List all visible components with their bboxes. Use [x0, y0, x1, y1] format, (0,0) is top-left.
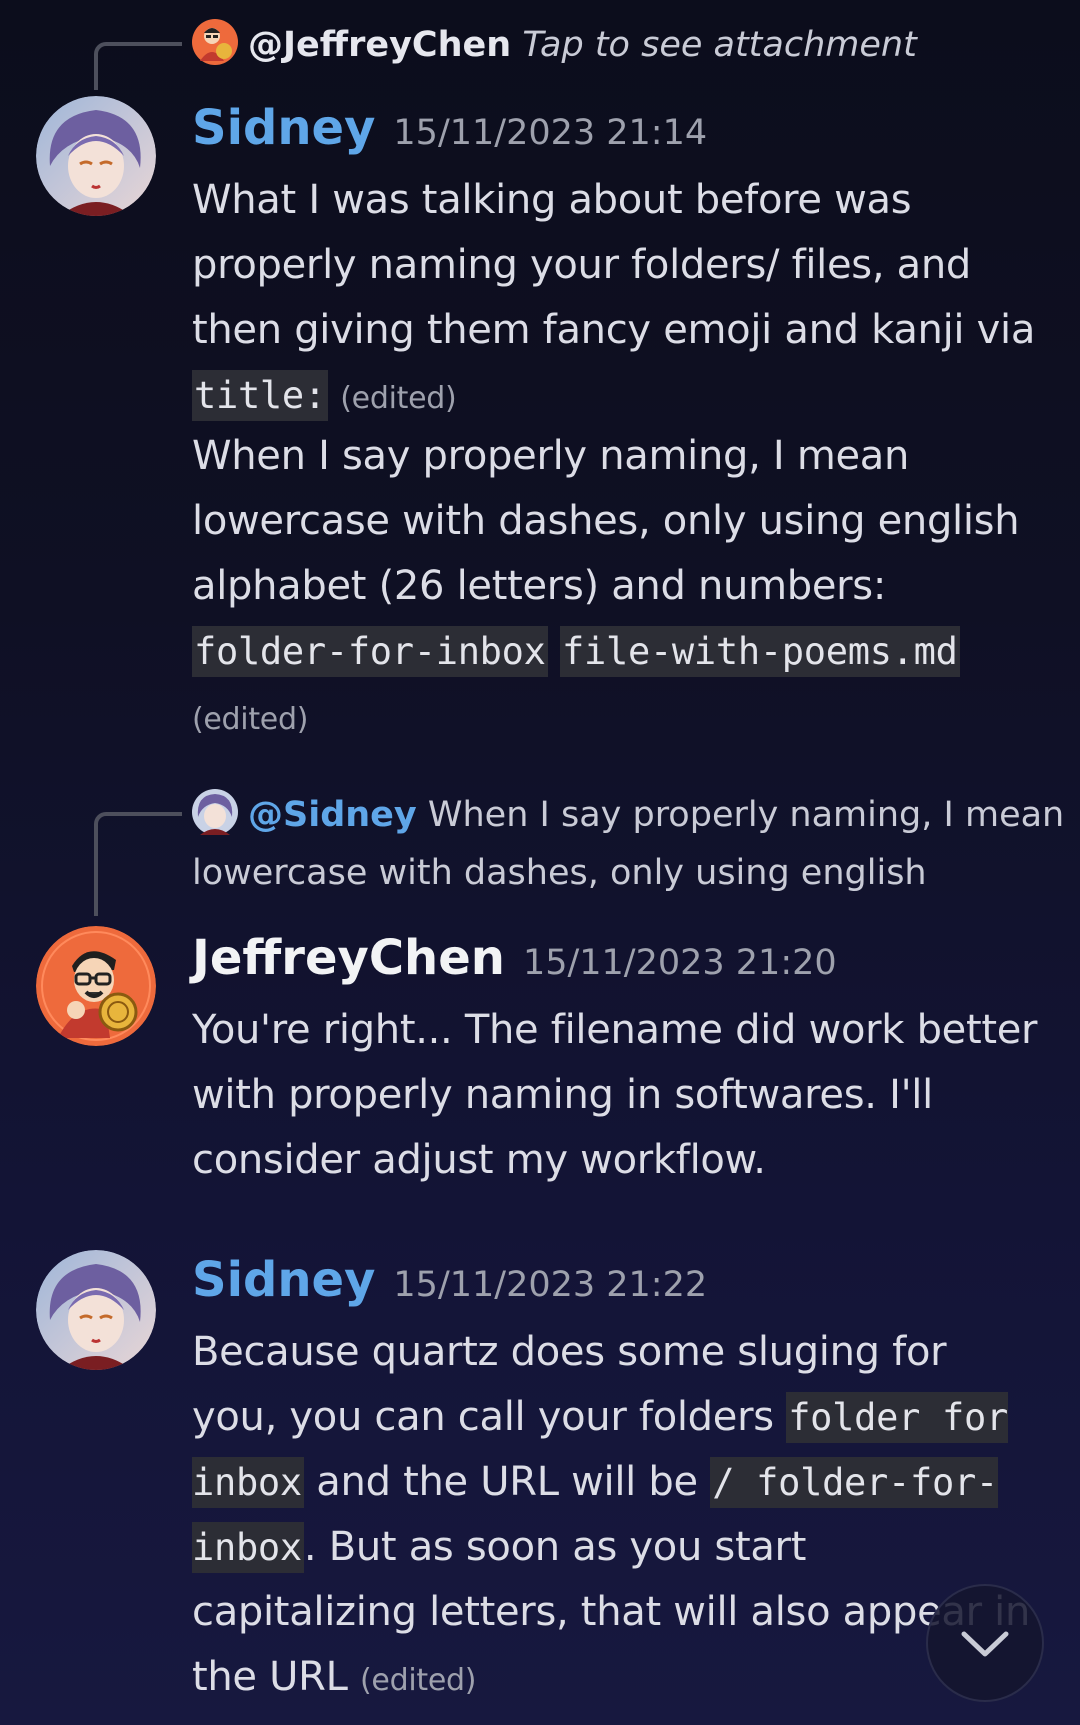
message-text: When I say properly naming, I mean lower… — [192, 433, 1020, 609]
message-content: Because quartz does some sluging for you… — [192, 1320, 1042, 1713]
reply-reference[interactable]: @JeffreyChen Tap to see attachment — [192, 18, 917, 73]
sidney-avatar[interactable] — [36, 96, 156, 216]
message-header: Sidney 15/11/2023 21:14 — [192, 100, 707, 156]
chat-messages: @JeffreyChen Tap to see attachment Sidne… — [0, 0, 1080, 1725]
message-text: and the URL will be — [303, 1459, 711, 1505]
inline-code: title: — [192, 370, 328, 421]
edited-label: (edited) — [340, 381, 457, 416]
timestamp: 15/11/2023 21:20 — [522, 943, 837, 983]
message-text: You're right... The filename did work be… — [192, 1007, 1038, 1183]
message-content: What I was talking about before was prop… — [192, 168, 1052, 431]
message-content: When I say properly naming, I mean lower… — [192, 424, 1052, 752]
message-header: JeffreyChen 15/11/2023 21:20 — [192, 930, 837, 986]
inline-code: file-with-poems.md — [560, 626, 960, 677]
reply-mention[interactable]: @JeffreyChen — [248, 25, 511, 65]
reply-preview: lowercase with dashes, only using englis… — [192, 853, 927, 893]
message-text: What I was talking about before was prop… — [192, 177, 1036, 353]
sidney-avatar[interactable] — [36, 1250, 156, 1370]
reply-preview: When I say properly naming, I mean — [427, 795, 1065, 835]
message-header: Sidney 15/11/2023 21:22 — [192, 1252, 707, 1308]
author-name[interactable]: Sidney — [192, 1252, 375, 1308]
jeffrey-mini-avatar — [192, 19, 238, 65]
author-name[interactable]: Sidney — [192, 100, 375, 156]
edited-label: (edited) — [360, 1663, 477, 1698]
author-name[interactable]: JeffreyChen — [192, 930, 505, 986]
timestamp: 15/11/2023 21:14 — [393, 113, 708, 153]
reply-preview: Tap to see attachment — [522, 25, 917, 65]
chevron-down-icon — [961, 1631, 1009, 1657]
jeffrey-avatar[interactable] — [36, 926, 156, 1046]
edited-label: (edited) — [192, 702, 309, 737]
reply-connector — [94, 42, 182, 90]
inline-code: folder-for-inbox — [192, 626, 548, 677]
sidney-mini-avatar — [192, 789, 238, 835]
reply-reference[interactable]: @Sidney When I say properly naming, I me… — [192, 788, 1064, 843]
message-content: You're right... The filename did work be… — [192, 998, 1052, 1193]
reply-preview-line2: lowercase with dashes, only using englis… — [192, 846, 927, 901]
reply-mention[interactable]: @Sidney — [248, 795, 417, 835]
reply-connector — [94, 812, 182, 916]
scroll-to-bottom-button[interactable] — [926, 1584, 1044, 1702]
message-text: . But as soon as you start capitalizing … — [192, 1524, 1031, 1700]
timestamp: 15/11/2023 21:22 — [393, 1265, 708, 1305]
